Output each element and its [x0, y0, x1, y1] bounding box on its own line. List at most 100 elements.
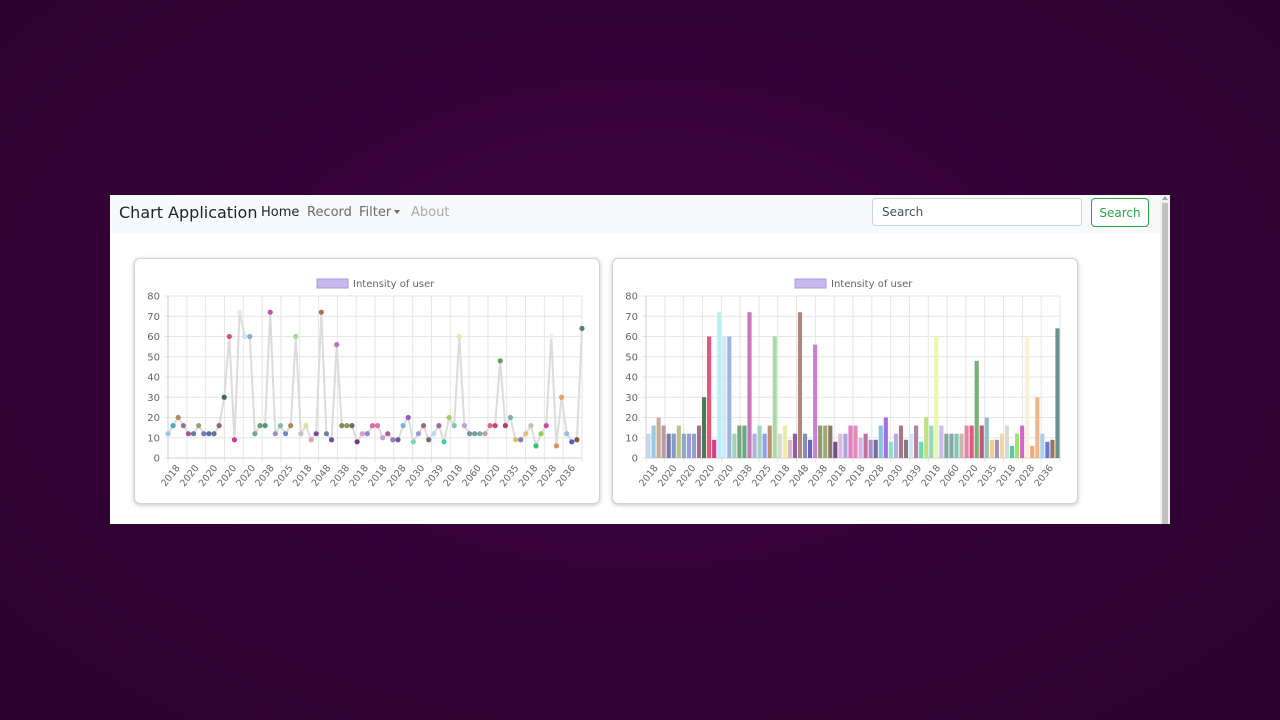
data-bar [1045, 441, 1050, 458]
nav-filter-label: Filter [359, 205, 392, 220]
data-bar [873, 439, 878, 458]
navbar-brand[interactable]: Chart Application [119, 203, 257, 222]
search-button[interactable]: Search [1091, 198, 1149, 227]
data-point [374, 423, 381, 429]
y-tick-label: 70 [625, 312, 638, 323]
scrollbar-thumb[interactable] [1162, 203, 1168, 524]
data-bar [1040, 433, 1045, 458]
bar-chart: Intensity of user01020304050607080201820… [625, 278, 1061, 489]
data-bar [651, 425, 656, 458]
data-bar [772, 336, 777, 458]
data-bar [999, 433, 1005, 458]
x-tick-label: 2038 [329, 463, 353, 489]
data-bar [914, 425, 919, 458]
data-bar [979, 425, 984, 458]
data-bar [1025, 336, 1030, 458]
data-point [303, 423, 309, 429]
x-tick-label: 2030 [404, 463, 428, 489]
data-bar [742, 425, 747, 458]
data-point [497, 358, 503, 364]
x-tick-label: 2028 [1014, 463, 1038, 489]
data-bar [818, 425, 823, 458]
data-point [446, 414, 452, 421]
search-input[interactable] [872, 198, 1082, 226]
data-point [492, 423, 498, 429]
line-chart: Intensity of user01020304050607080201820… [147, 278, 585, 489]
data-bar [984, 417, 989, 458]
nav-home[interactable]: Home [261, 205, 299, 220]
x-tick-label: 2018 [347, 463, 371, 489]
data-point [451, 423, 457, 429]
x-tick-label: 2028 [385, 463, 409, 489]
data-point [247, 333, 253, 340]
data-bar [792, 433, 798, 458]
data-bar [686, 433, 691, 458]
nav-record[interactable]: Record [307, 205, 352, 220]
data-bar [696, 425, 702, 458]
data-point [180, 423, 186, 429]
y-tick-label: 50 [625, 352, 638, 363]
data-point [190, 431, 197, 437]
legend-label: Intensity of user [831, 279, 913, 290]
x-tick-label: 2038 [731, 463, 755, 489]
data-bar [732, 433, 737, 458]
y-tick-label: 10 [625, 433, 638, 444]
x-tick-label: 2018 [769, 463, 793, 489]
data-point [231, 437, 238, 443]
scroll-up-arrow-icon[interactable] [1162, 196, 1168, 200]
x-tick-label: 2018 [441, 463, 465, 489]
nav-filter-dropdown[interactable]: Filter [359, 205, 401, 220]
x-tick-label: 2048 [310, 463, 334, 489]
data-bar [691, 433, 697, 458]
data-bar [823, 425, 828, 458]
data-point [426, 437, 432, 443]
x-tick-label: 2038 [807, 463, 831, 489]
data-point [518, 437, 524, 443]
data-bar [671, 433, 676, 458]
data-point [349, 423, 355, 429]
data-bar [777, 433, 782, 458]
data-bar [888, 441, 893, 458]
data-point [553, 443, 560, 449]
data-point [523, 431, 529, 437]
data-point [395, 437, 401, 443]
data-bar [1004, 425, 1010, 458]
data-bar [868, 439, 873, 458]
data-point [533, 443, 539, 449]
data-bar [929, 425, 934, 458]
data-point [456, 333, 462, 340]
x-tick-label: 2020 [178, 463, 202, 489]
data-point [369, 423, 376, 429]
data-point [543, 423, 549, 429]
legend-swatch [794, 278, 827, 289]
data-bar [752, 433, 757, 458]
data-bar [757, 425, 762, 458]
x-tick-label: 2020 [234, 463, 258, 489]
data-bar [883, 417, 888, 458]
data-point [405, 414, 411, 421]
data-point [272, 431, 278, 437]
data-bar [903, 439, 909, 458]
x-tick-label: 2018 [517, 463, 541, 489]
data-bar [1035, 397, 1040, 458]
data-point [196, 423, 202, 429]
data-bar [712, 439, 717, 458]
data-bar [898, 425, 904, 458]
data-bar [813, 344, 818, 458]
data-bar [893, 433, 898, 458]
data-bar [828, 425, 833, 458]
x-tick-label: 2060 [938, 463, 962, 489]
data-point [288, 423, 294, 429]
data-point [252, 431, 258, 437]
y-tick-label: 10 [147, 433, 160, 444]
data-bar [1009, 445, 1015, 458]
y-tick-label: 40 [147, 373, 160, 384]
x-tick-label: 2018 [995, 463, 1019, 489]
data-bar [858, 437, 863, 458]
browser-window: Chart Application Home Record Filter Abo… [110, 195, 1170, 524]
data-point [482, 431, 488, 437]
data-point [282, 431, 289, 437]
x-tick-label: 2020 [656, 463, 680, 489]
y-tick-label: 30 [147, 393, 160, 404]
vertical-scrollbar[interactable] [1160, 195, 1170, 524]
